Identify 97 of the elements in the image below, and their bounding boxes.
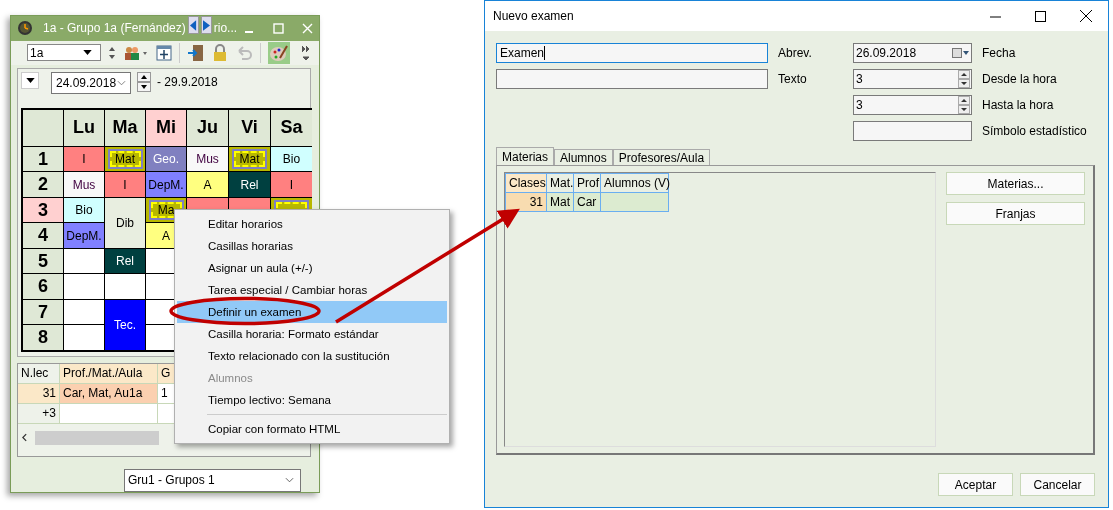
maximize-icon[interactable] bbox=[1035, 10, 1046, 22]
period-header[interactable]: 5 bbox=[23, 248, 63, 274]
timetable-cell[interactable] bbox=[64, 248, 104, 274]
field-label: Desde la hora bbox=[982, 72, 1057, 86]
field-label: Fecha bbox=[982, 46, 1016, 60]
to-hour-field[interactable]: 3 bbox=[853, 95, 972, 115]
day-header[interactable]: Ma bbox=[105, 109, 145, 146]
menu-item[interactable]: Tarea especial / Cambiar horas bbox=[177, 279, 447, 301]
people-icon[interactable] bbox=[123, 44, 149, 61]
timetable-cell[interactable]: A bbox=[187, 172, 228, 197]
timetable-cell[interactable]: I bbox=[64, 146, 104, 172]
calendar-icon[interactable] bbox=[952, 48, 970, 58]
day-header[interactable]: Ju bbox=[187, 109, 228, 146]
side-button[interactable]: Materias... bbox=[946, 172, 1085, 195]
dialog-button[interactable]: Cancelar bbox=[1020, 473, 1095, 496]
symbol-field[interactable] bbox=[853, 121, 972, 141]
abbreviation-field[interactable]: Examen bbox=[496, 43, 768, 63]
column-header: N.lec bbox=[18, 363, 60, 383]
timetable-cell[interactable]: Mat bbox=[105, 146, 145, 172]
day-header[interactable]: Sa bbox=[271, 109, 312, 146]
dropdown-button[interactable] bbox=[21, 71, 39, 89]
palette-icon[interactable] bbox=[268, 41, 290, 64]
period-header[interactable]: 3 bbox=[23, 197, 63, 223]
period-header[interactable]: 7 bbox=[23, 299, 63, 325]
timetable-cell[interactable] bbox=[64, 299, 104, 325]
timetable-cell[interactable]: I bbox=[271, 172, 312, 197]
menu-item[interactable]: Copiar con formato HTML bbox=[177, 418, 447, 440]
corner-cell bbox=[23, 109, 63, 146]
spinner-icon[interactable] bbox=[958, 96, 970, 114]
door-icon[interactable] bbox=[187, 43, 205, 62]
date-field[interactable]: 24.09.2018 bbox=[51, 71, 131, 94]
day-header[interactable]: Mi bbox=[146, 109, 186, 146]
period-header[interactable]: 8 bbox=[23, 325, 63, 350]
column-header: Clases bbox=[505, 173, 547, 193]
timetable-cell[interactable]: Geo. bbox=[146, 146, 186, 172]
timetable-cell[interactable] bbox=[64, 274, 104, 299]
tab[interactable]: Materias bbox=[496, 147, 554, 165]
dialog-button[interactable]: Aceptar bbox=[938, 473, 1013, 496]
timetable-cell[interactable]: Rel bbox=[229, 172, 270, 197]
field-label: Hasta la hora bbox=[982, 98, 1054, 112]
dialog-title: Nuevo examen bbox=[493, 9, 574, 23]
timetable-cell[interactable]: Bio bbox=[64, 197, 104, 223]
overflow-icon[interactable] bbox=[301, 44, 311, 61]
field-label: Símbolo estadístico bbox=[982, 124, 1087, 138]
spinner-icon[interactable] bbox=[137, 71, 151, 92]
timetable-cell[interactable]: Rel bbox=[105, 248, 145, 274]
date-field[interactable]: 26.09.2018 bbox=[853, 43, 972, 63]
tab[interactable]: Profesores/Aula bbox=[612, 149, 711, 165]
caret-icon bbox=[83, 50, 92, 56]
day-header[interactable]: Vi bbox=[229, 109, 270, 146]
previous-button[interactable] bbox=[187, 16, 199, 35]
grid-icon[interactable] bbox=[156, 44, 172, 61]
window-title: rio... bbox=[213, 21, 238, 36]
scrollbar-thumb[interactable] bbox=[35, 431, 159, 445]
group-select[interactable]: Gru1 - Grupos 1 bbox=[124, 469, 301, 492]
chevron-down-icon bbox=[117, 79, 126, 86]
field-label: Texto bbox=[778, 72, 807, 86]
timetable-cell[interactable]: DepM. bbox=[64, 223, 104, 248]
timetable-cell[interactable] bbox=[64, 325, 104, 350]
timetable-cell[interactable]: Mat bbox=[229, 146, 270, 172]
timetable-cell[interactable]: Mus bbox=[64, 172, 104, 197]
timetable-cell[interactable]: DepM. bbox=[146, 172, 186, 197]
table-cell: Mat bbox=[546, 192, 574, 212]
period-header[interactable]: 4 bbox=[23, 223, 63, 248]
table-cell: Car bbox=[573, 192, 601, 212]
period-header[interactable]: 1 bbox=[23, 146, 63, 172]
timetable-cell[interactable] bbox=[105, 274, 145, 299]
scroll-left-icon[interactable] bbox=[22, 433, 27, 443]
side-button[interactable]: Franjas bbox=[946, 202, 1085, 225]
field-label: Abrev. bbox=[778, 46, 812, 60]
chevron-down-icon bbox=[285, 477, 294, 484]
timetable-cell[interactable]: Dib bbox=[105, 197, 145, 248]
class-select[interactable]: 1a bbox=[27, 44, 101, 62]
column-header: Prof./Mat./Aula bbox=[60, 363, 158, 383]
timetable-cell[interactable]: I bbox=[105, 172, 145, 197]
from-hour-field[interactable]: 3 bbox=[853, 69, 972, 89]
timetable-cell[interactable]: Bio bbox=[271, 146, 312, 172]
next-button[interactable] bbox=[200, 16, 212, 35]
day-header[interactable]: Lu bbox=[64, 109, 104, 146]
period-header[interactable]: 6 bbox=[23, 274, 63, 299]
caret-icon bbox=[25, 77, 35, 83]
menu-item[interactable]: Asignar un aula (+/-) bbox=[177, 257, 447, 279]
table-cell: 31 bbox=[505, 192, 547, 212]
timetable-cell[interactable]: Tec. bbox=[105, 299, 145, 350]
date-range-end: - 29.9.2018 bbox=[157, 73, 218, 91]
clock-icon bbox=[17, 20, 33, 37]
close-icon[interactable] bbox=[1080, 10, 1092, 22]
table-cell bbox=[600, 192, 669, 212]
spinner-icon[interactable] bbox=[958, 70, 970, 88]
lock-icon[interactable] bbox=[212, 43, 228, 62]
tab[interactable]: Alumnos bbox=[554, 149, 613, 165]
timetable-cell[interactable]: Mus bbox=[187, 146, 228, 172]
window-title: 1a - Grupo 1a (Fernández) bbox=[43, 21, 186, 36]
menu-item[interactable]: Casilla horaria: Formato estándar bbox=[177, 323, 447, 345]
column-header: Alumnos (V) bbox=[600, 173, 669, 193]
text-field[interactable] bbox=[496, 69, 768, 89]
period-header[interactable]: 2 bbox=[23, 172, 63, 197]
